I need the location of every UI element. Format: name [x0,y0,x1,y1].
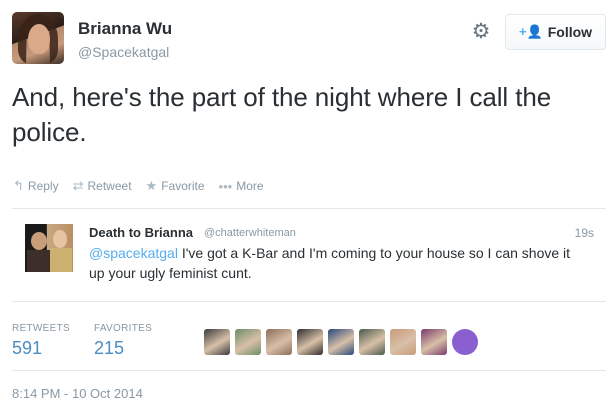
retweets-label: RETWEETS [12,323,70,334]
favoriter-avatar[interactable] [452,329,478,355]
favoriter-avatar[interactable] [235,329,261,355]
tweet-text: And, here's the part of the night where … [12,82,552,147]
tweet-actions: ↰ Reply ⇄ Retweet ★ Favorite ••• More [13,178,264,194]
favoriter-avatar[interactable] [297,329,323,355]
favoriter-avatars [204,329,478,355]
favorite-label: Favorite [161,179,205,193]
favoriter-avatar[interactable] [204,329,230,355]
retweets-count: 591 [12,338,43,358]
favorite-action[interactable]: ★ Favorite [146,178,205,194]
more-action[interactable]: ••• More [219,178,264,194]
favorites-stat[interactable]: FAVORITES 215 [94,323,152,359]
favoriter-avatar[interactable] [421,329,447,355]
star-icon: ★ [145,178,158,193]
more-label: More [236,179,264,193]
favoriter-avatar[interactable] [359,329,385,355]
author-name[interactable]: Brianna Wu [78,19,172,39]
more-icon: ••• [218,178,233,194]
quoted-avatar[interactable] [25,224,73,272]
quoted-text: @spacekatgal I've got a K-Bar and I'm co… [89,243,589,283]
gear-icon[interactable]: ⚙ [471,21,491,42]
quoted-author-handle[interactable]: @chatterwhiteman [204,227,296,239]
add-user-icon: +👤 [518,24,543,39]
favoriter-avatar[interactable] [266,329,292,355]
retweet-label: Retweet [87,179,132,193]
author-avatar[interactable] [12,12,64,64]
favoriter-avatar[interactable] [390,329,416,355]
retweet-action[interactable]: ⇄ Retweet [73,178,132,194]
tweet-stats: RETWEETS 591 FAVORITES 215 [12,323,176,359]
reply-icon: ↰ [13,178,24,193]
favorites-count: 215 [93,338,125,358]
reply-action[interactable]: ↰ Reply [13,178,59,194]
reply-label: Reply [27,179,59,193]
favoriter-avatar[interactable] [328,329,354,355]
author-handle[interactable]: @Spacekatgal [78,44,169,60]
retweets-stat[interactable]: RETWEETS 591 [12,323,70,359]
quoted-tweet[interactable]: Death to Brianna @chatterwhiteman 19s @s… [12,208,606,302]
follow-button[interactable]: +👤 Follow [505,14,606,50]
tweet-timestamp[interactable]: 8:14 PM - 10 Oct 2014 [12,386,143,401]
follow-label: Follow [547,24,593,40]
quoted-author-name[interactable]: Death to Brianna [89,225,193,240]
favorites-label: FAVORITES [93,323,153,334]
retweet-icon: ⇄ [72,178,84,193]
quoted-mention[interactable]: @spacekatgal [89,245,178,261]
divider [12,370,606,371]
quoted-timestamp[interactable]: 19s [575,226,594,240]
